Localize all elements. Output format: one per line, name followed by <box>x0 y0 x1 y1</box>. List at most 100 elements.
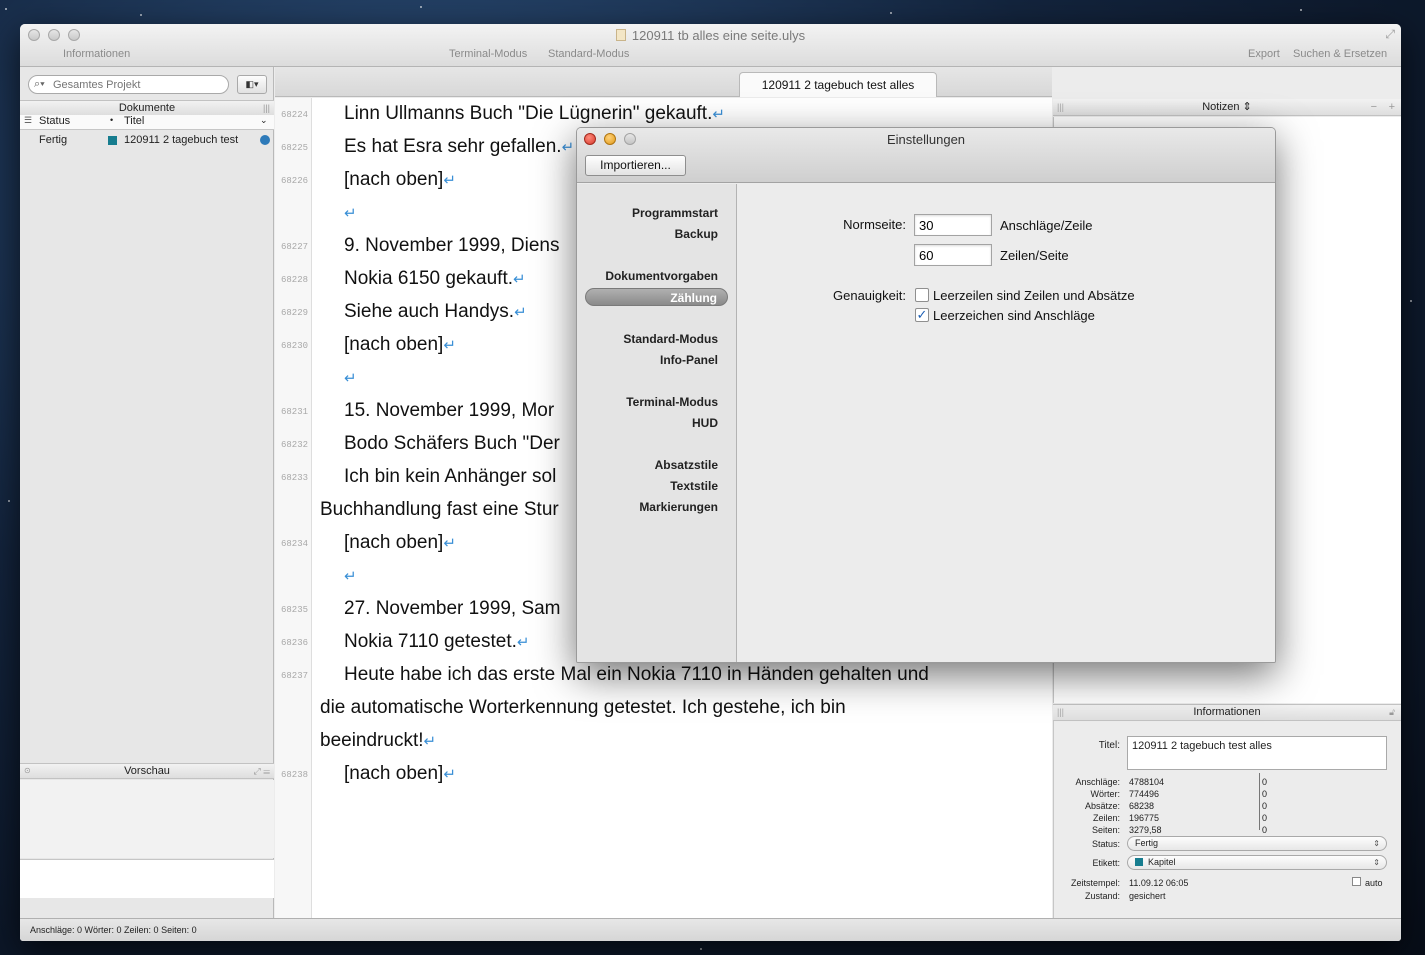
label-popup-value: Kapitel <box>1148 857 1176 867</box>
lock-icon[interactable]: 🔓︎ <box>1389 705 1395 720</box>
nav-backup[interactable]: Backup <box>675 227 718 241</box>
editor-line-text: die automatische Worterkennung getestet.… <box>320 697 846 718</box>
nav-absatzstile[interactable]: Absatzstile <box>655 458 718 472</box>
editor-line[interactable]: ↵ <box>344 202 357 224</box>
view-options-button[interactable]: ◧▾ <box>237 75 267 94</box>
state-value: gesichert <box>1129 891 1166 901</box>
nav-textstile[interactable]: Textstile <box>670 479 718 493</box>
sidebar: ⌕▾ ◧▾ Dokumente ||| ☰ Status • Titel ⌄ Fe… <box>20 67 274 918</box>
stat-extra: 0 <box>1262 777 1268 787</box>
editor-line[interactable]: Ich bin kein Anhänger sol <box>344 466 556 488</box>
editor-line[interactable]: Buchhandlung fast eine Stur <box>320 499 559 521</box>
editor-line[interactable]: [nach oben]↵ <box>344 532 456 554</box>
grip-icon[interactable]: ||| <box>263 101 270 115</box>
column-title[interactable]: Titel <box>124 115 144 127</box>
editor-line[interactable]: Siehe auch Handys.↵ <box>344 301 527 323</box>
preview-header: ⊙ Vorschau ⤢ ☰ <box>20 763 274 779</box>
standard-mode-button[interactable]: Standard-Modus <box>548 48 629 60</box>
import-button[interactable]: Importieren... <box>585 155 686 176</box>
nav-zaehlung[interactable]: Zählung <box>585 288 728 306</box>
nav-terminal-modus[interactable]: Terminal-Modus <box>626 395 718 409</box>
preview-settings-icon[interactable]: ⊙ <box>24 764 31 778</box>
editor-line[interactable]: 27. November 1999, Sam <box>344 598 561 620</box>
terminal-mode-button[interactable]: Terminal-Modus <box>449 48 527 60</box>
spaces-label[interactable]: Leerzeichen sind Anschläge <box>933 308 1095 323</box>
editor-line[interactable]: Linn Ullmanns Buch "Die Lügnerin" gekauf… <box>344 103 725 125</box>
preferences-sidebar: Programmstart Backup Dokumentvorgaben Zä… <box>577 184 737 662</box>
title-field[interactable]: 120911 2 tagebuch test alles <box>1127 736 1387 770</box>
info-toggle-button[interactable]: Informationen <box>63 48 130 60</box>
status-popup[interactable]: Fertig ⇕ <box>1127 836 1387 851</box>
editor-line[interactable]: [nach oben]↵ <box>344 334 456 356</box>
editor-line[interactable]: ↵ <box>344 565 357 587</box>
checkmark-icon: ✓ <box>916 307 928 322</box>
nav-dokumentvorgaben[interactable]: Dokumentvorgaben <box>605 269 718 283</box>
preferences-dialog: Einstellungen Importieren... Programmsta… <box>576 127 1276 663</box>
nav-info-panel[interactable]: Info-Panel <box>660 353 718 367</box>
editor-line[interactable]: 15. November 1999, Mor <box>344 400 554 422</box>
stat-extra: 0 <box>1262 813 1268 823</box>
accuracy-label: Genauigkeit: <box>833 288 906 303</box>
chars-per-line-unit: Anschläge/Zeile <box>1000 218 1093 233</box>
timestamp-value: 11.09.12 06:05 <box>1129 878 1189 888</box>
editor-line[interactable]: [nach oben]↵ <box>344 169 456 191</box>
editor-line[interactable]: die automatische Worterkennung getestet.… <box>320 697 846 719</box>
grip-icon[interactable]: ||| <box>1057 99 1064 115</box>
label-color-swatch <box>108 136 117 145</box>
chars-per-line-field[interactable] <box>914 214 992 236</box>
editor-line[interactable]: 9. November 1999, Diens <box>344 235 559 257</box>
column-status[interactable]: Status <box>39 115 70 127</box>
empty-lines-label[interactable]: Leerzeilen sind Zeilen und Absätze <box>933 288 1135 303</box>
column-header: ☰ Status • Titel ⌄ <box>20 115 274 130</box>
editor-line[interactable]: beeindruckt!↵ <box>320 730 436 752</box>
editor-line[interactable]: ↵ <box>344 367 357 389</box>
document-title: 120911 2 tagebuch test <box>124 134 239 146</box>
tab-document[interactable]: 120911 2 tagebuch test alles <box>739 72 937 97</box>
label-popup[interactable]: Kapitel ⇕ <box>1127 855 1387 870</box>
notes-header-label[interactable]: Notizen ⇕ <box>1202 101 1252 113</box>
search-input[interactable] <box>53 77 223 92</box>
fullscreen-icon[interactable]: ⤢ <box>1385 27 1395 42</box>
nav-standard-modus[interactable]: Standard-Modus <box>623 332 718 346</box>
updown-icon: ⇕ <box>1373 858 1380 867</box>
editor-line[interactable]: [nach oben]↵ <box>344 763 456 785</box>
grip-icon[interactable]: ||| <box>1057 705 1064 720</box>
line-number: 68232 <box>281 440 309 450</box>
editor-line-text: [nach oben] <box>344 169 444 190</box>
expand-icon[interactable]: ⤢ ☰ <box>254 764 270 778</box>
document-row[interactable]: Fertig 120911 2 tagebuch test <box>20 132 274 149</box>
spaces-checkbox[interactable]: ✓ <box>915 308 929 322</box>
auto-checkbox[interactable] <box>1352 877 1361 886</box>
column-label-dot: • <box>110 115 114 125</box>
dialog-toolbar: Einstellungen Importieren... <box>577 128 1275 183</box>
search-box[interactable]: ⌕▾ <box>28 75 229 94</box>
editor-line[interactable]: Bodo Schäfers Buch "Der <box>344 433 560 455</box>
list-icon[interactable]: ☰ <box>24 115 32 126</box>
stat-extra: 0 <box>1262 789 1268 799</box>
minus-icon[interactable]: − <box>1371 99 1377 115</box>
chevron-down-icon[interactable]: ⌄ <box>260 115 268 126</box>
editor-line-text: Buchhandlung fast eine Stur <box>320 499 559 520</box>
editor-line[interactable]: Es hat Esra sehr gefallen.↵ <box>344 136 574 158</box>
export-button[interactable]: Export <box>1248 48 1280 60</box>
lines-per-page-field[interactable] <box>914 244 992 266</box>
line-number: 68230 <box>281 341 309 351</box>
empty-lines-checkbox[interactable] <box>915 288 929 302</box>
nav-markierungen[interactable]: Markierungen <box>639 500 718 514</box>
editor-line[interactable]: Nokia 7110 getestet.↵ <box>344 631 529 653</box>
dialog-title: Einstellungen <box>886 132 966 147</box>
find-replace-button[interactable]: Suchen & Ersetzen <box>1293 48 1387 60</box>
line-number: 68227 <box>281 242 309 252</box>
editor-line[interactable]: Nokia 6150 gekauft.↵ <box>344 268 526 290</box>
notes-header: ||| Notizen ⇕ − + <box>1053 99 1401 116</box>
nav-programmstart[interactable]: Programmstart <box>632 206 718 220</box>
paragraph-mark-icon: ↵ <box>443 535 456 552</box>
title-label: Titel: <box>1098 740 1120 751</box>
star <box>1410 300 1412 302</box>
editor-line-text: 9. November 1999, Diens <box>344 235 560 256</box>
nav-hud[interactable]: HUD <box>692 416 718 430</box>
plus-icon[interactable]: + <box>1389 99 1395 115</box>
stat-value: 4788104 <box>1129 777 1165 787</box>
editor-line[interactable]: Heute habe ich das erste Mal ein Nokia 7… <box>344 664 929 686</box>
stats-divider <box>1259 773 1260 830</box>
